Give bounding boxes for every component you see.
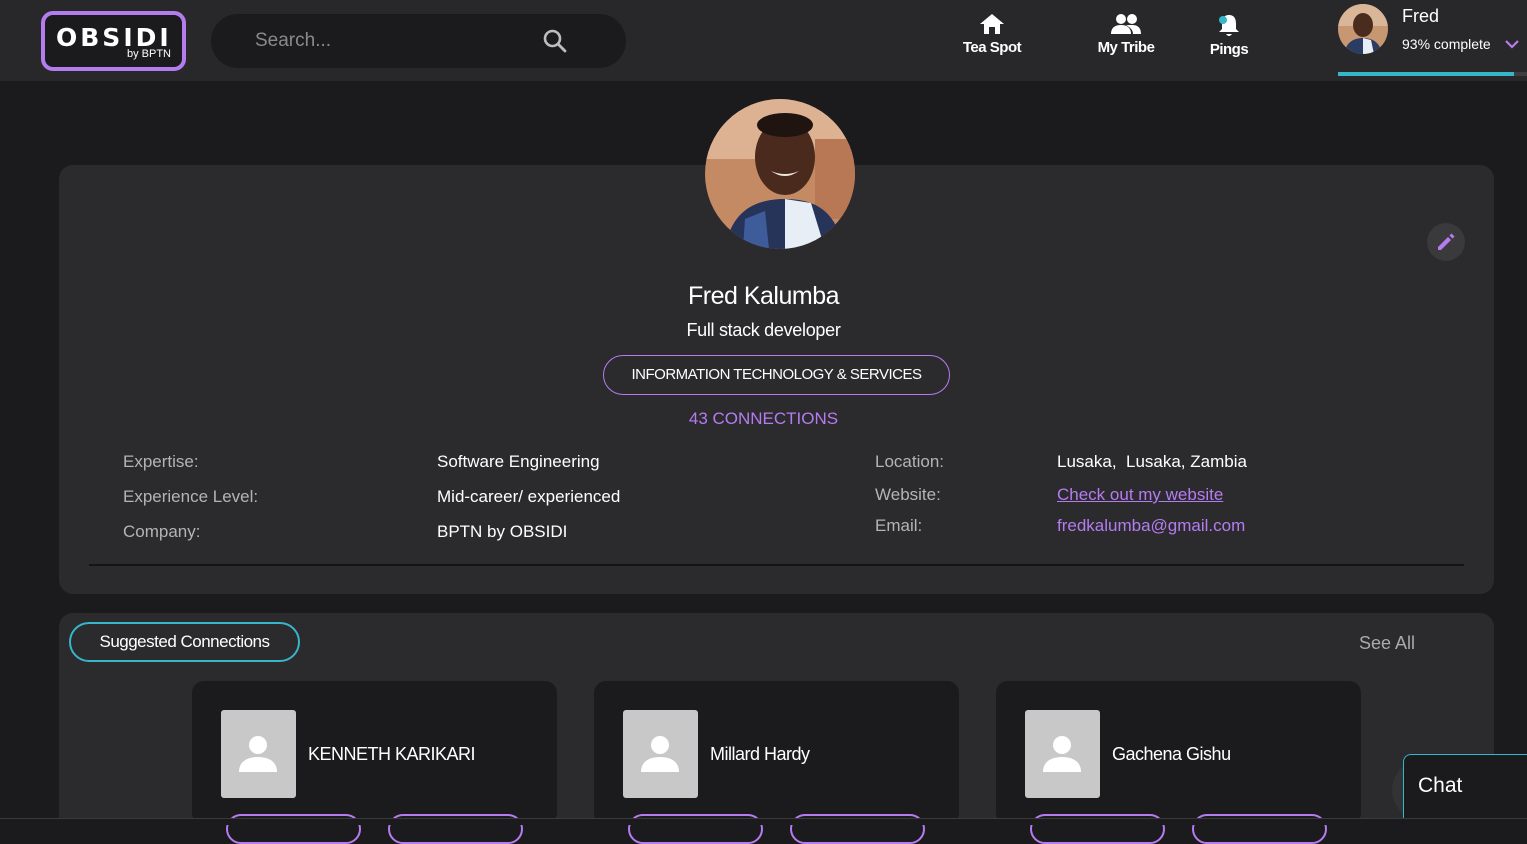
see-all-link[interactable]: See All [1359, 633, 1415, 654]
chat-button[interactable]: Chat [1403, 754, 1527, 824]
avatar-placeholder [221, 710, 296, 798]
top-navbar: OBSIDI by BPTN Tea Spot My Tribe Pings [0, 0, 1527, 81]
profile-completion-text: 93% complete [1402, 36, 1491, 52]
person-icon [641, 736, 679, 772]
profile-progress-fill [1338, 72, 1514, 76]
person-icon [239, 736, 277, 772]
location-value: Lusaka, Lusaka, Zambia [1057, 452, 1247, 471]
chevron-down-icon[interactable] [1504, 38, 1520, 50]
avatar-placeholder [1025, 710, 1100, 798]
edit-profile-button[interactable] [1427, 223, 1465, 261]
nav-my-tribe[interactable]: My Tribe [1086, 12, 1166, 56]
nav-label: My Tribe [1097, 39, 1155, 56]
email-label: Email: [875, 516, 923, 535]
profile-title: Full stack developer [686, 320, 841, 340]
logo-subtext: by BPTN [126, 48, 171, 60]
connection-name: KENNETH KARIKARI [308, 744, 476, 764]
expertise-label: Expertise: [123, 452, 199, 471]
profile-divider [89, 564, 1464, 566]
bell-icon [1219, 15, 1239, 36]
search-bar [211, 14, 626, 68]
nav-label: Pings [1209, 41, 1249, 58]
email-link[interactable]: fredkalumba@gmail.com [1057, 516, 1245, 536]
profile-name: Fred Kalumba [687, 282, 840, 310]
suggested-connection-card[interactable]: Gachena Gishu [996, 681, 1361, 844]
obsidi-logo[interactable]: OBSIDI by BPTN [41, 11, 186, 71]
nav-tea-spot[interactable]: Tea Spot [952, 12, 1032, 56]
bottom-scrollbar[interactable] [0, 818, 1527, 825]
website-label: Website: [875, 485, 941, 504]
user-avatar [1338, 4, 1388, 54]
suggested-connection-card[interactable]: Millard Hardy [594, 681, 959, 844]
avatar-placeholder [623, 710, 698, 798]
location-label: Location: [875, 452, 944, 471]
chat-label: Chat [1418, 774, 1463, 797]
user-menu[interactable]: Fred 93% complete [1338, 0, 1527, 78]
profile-avatar [705, 99, 855, 249]
company-label: Company: [123, 522, 201, 541]
nav-pings[interactable]: Pings [1194, 12, 1264, 58]
profile-progress-bar [1338, 72, 1527, 76]
user-name: Fred [1402, 6, 1440, 26]
suggested-connection-card[interactable]: KENNETH KARIKARI [192, 681, 557, 844]
connections-count-link[interactable]: 43 CONNECTIONS [0, 409, 1527, 429]
experience-level-label: Experience Level: [123, 487, 259, 506]
industry-badge: INFORMATION TECHNOLOGY & SERVICES [603, 355, 950, 395]
people-icon [1111, 14, 1141, 34]
connection-name: Gachena Gishu [1112, 744, 1231, 764]
experience-level-value: Mid-career/ experienced [437, 487, 621, 506]
expertise-value: Software Engineering [437, 452, 600, 471]
person-icon [1043, 736, 1081, 772]
connection-name: Millard Hardy [710, 744, 810, 764]
home-icon [980, 14, 1004, 34]
search-input[interactable] [255, 14, 535, 68]
pencil-icon [1438, 233, 1455, 250]
company-value: BPTN by OBSIDI [437, 522, 568, 541]
search-icon[interactable] [542, 28, 568, 54]
suggested-connections-tab[interactable]: Suggested Connections [69, 622, 300, 662]
website-link[interactable]: Check out my website [1057, 485, 1223, 505]
nav-label: Tea Spot [962, 39, 1022, 56]
